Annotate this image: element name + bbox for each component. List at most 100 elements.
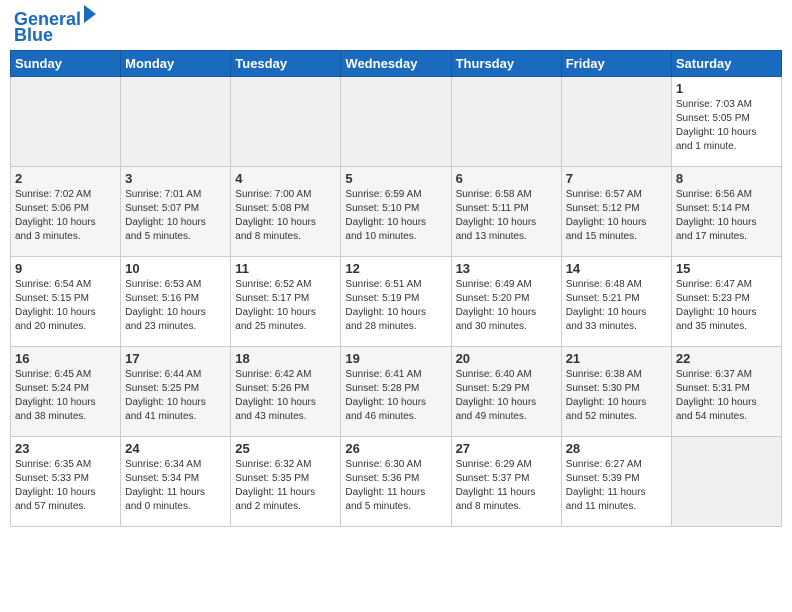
calendar-cell: 13 Sunrise: 6:49 AM Sunset: 5:20 PM Dayli…: [451, 257, 561, 347]
day-number: 26: [345, 441, 446, 456]
day-number: 18: [235, 351, 336, 366]
weekday-header-thursday: Thursday: [451, 51, 561, 77]
page-header: General Blue: [10, 10, 782, 44]
day-number: 19: [345, 351, 446, 366]
day-info: Sunrise: 6:51 AM Sunset: 5:19 PM Dayligh…: [345, 278, 446, 334]
calendar-cell: 10 Sunrise: 6:53 AM Sunset: 5:16 PM Dayli…: [121, 257, 231, 347]
calendar-cell: 17 Sunrise: 6:44 AM Sunset: 5:25 PM Dayli…: [121, 347, 231, 437]
logo-arrow-icon: [84, 5, 96, 23]
weekday-header-friday: Friday: [561, 51, 671, 77]
day-info: Sunrise: 6:41 AM Sunset: 5:28 PM Dayligh…: [345, 368, 446, 424]
day-number: 25: [235, 441, 336, 456]
day-number: 8: [676, 171, 777, 186]
day-info: Sunrise: 6:56 AM Sunset: 5:14 PM Dayligh…: [676, 188, 777, 244]
day-number: 28: [566, 441, 667, 456]
calendar-cell: [671, 437, 781, 527]
calendar-week-5: 23 Sunrise: 6:35 AM Sunset: 5:33 PM Dayli…: [11, 437, 782, 527]
calendar-cell: [451, 77, 561, 167]
calendar-cell: 19 Sunrise: 6:41 AM Sunset: 5:28 PM Dayli…: [341, 347, 451, 437]
weekday-header-sunday: Sunday: [11, 51, 121, 77]
calendar-cell: [561, 77, 671, 167]
day-info: Sunrise: 6:49 AM Sunset: 5:20 PM Dayligh…: [456, 278, 557, 334]
day-info: Sunrise: 7:00 AM Sunset: 5:08 PM Dayligh…: [235, 188, 336, 244]
calendar-header-row: SundayMondayTuesdayWednesdayThursdayFrid…: [11, 51, 782, 77]
logo: General Blue: [14, 10, 96, 44]
calendar-cell: 18 Sunrise: 6:42 AM Sunset: 5:26 PM Dayli…: [231, 347, 341, 437]
calendar-week-2: 2 Sunrise: 7:02 AM Sunset: 5:06 PM Daylig…: [11, 167, 782, 257]
calendar-cell: 15Sunrise: 6:47 AM Sunset: 5:23 PM Dayli…: [671, 257, 781, 347]
logo-text-blue: Blue: [14, 26, 53, 44]
calendar-cell: 9 Sunrise: 6:54 AM Sunset: 5:15 PM Daylig…: [11, 257, 121, 347]
day-number: 2: [15, 171, 116, 186]
weekday-header-saturday: Saturday: [671, 51, 781, 77]
calendar-cell: [121, 77, 231, 167]
day-info: Sunrise: 6:32 AM Sunset: 5:35 PM Dayligh…: [235, 458, 336, 514]
calendar-cell: 14 Sunrise: 6:48 AM Sunset: 5:21 PM Dayli…: [561, 257, 671, 347]
calendar-cell: 2 Sunrise: 7:02 AM Sunset: 5:06 PM Daylig…: [11, 167, 121, 257]
calendar-week-4: 16Sunrise: 6:45 AM Sunset: 5:24 PM Dayli…: [11, 347, 782, 437]
calendar-cell: 3Sunrise: 7:01 AM Sunset: 5:07 PM Daylig…: [121, 167, 231, 257]
day-number: 6: [456, 171, 557, 186]
weekday-header-tuesday: Tuesday: [231, 51, 341, 77]
day-info: Sunrise: 6:38 AM Sunset: 5:30 PM Dayligh…: [566, 368, 667, 424]
calendar-cell: 22 Sunrise: 6:37 AM Sunset: 5:31 PM Dayli…: [671, 347, 781, 437]
calendar-cell: [11, 77, 121, 167]
day-number: 13: [456, 261, 557, 276]
day-info: Sunrise: 6:44 AM Sunset: 5:25 PM Dayligh…: [125, 368, 226, 424]
calendar-cell: 6 Sunrise: 6:58 AM Sunset: 5:11 PM Daylig…: [451, 167, 561, 257]
day-number: 12: [345, 261, 446, 276]
calendar-cell: 20 Sunrise: 6:40 AM Sunset: 5:29 PM Dayli…: [451, 347, 561, 437]
day-info: Sunrise: 6:48 AM Sunset: 5:21 PM Dayligh…: [566, 278, 667, 334]
calendar-cell: 16Sunrise: 6:45 AM Sunset: 5:24 PM Dayli…: [11, 347, 121, 437]
calendar-cell: 1Sunrise: 7:03 AM Sunset: 5:05 PM Daylig…: [671, 77, 781, 167]
calendar-cell: 24 Sunrise: 6:34 AM Sunset: 5:34 PM Dayli…: [121, 437, 231, 527]
day-number: 15: [676, 261, 777, 276]
day-info: Sunrise: 6:27 AM Sunset: 5:39 PM Dayligh…: [566, 458, 667, 514]
calendar-cell: 21 Sunrise: 6:38 AM Sunset: 5:30 PM Dayli…: [561, 347, 671, 437]
day-number: 27: [456, 441, 557, 456]
day-number: 7: [566, 171, 667, 186]
day-info: Sunrise: 6:40 AM Sunset: 5:29 PM Dayligh…: [456, 368, 557, 424]
weekday-header-monday: Monday: [121, 51, 231, 77]
calendar-cell: [341, 77, 451, 167]
day-info: Sunrise: 6:42 AM Sunset: 5:26 PM Dayligh…: [235, 368, 336, 424]
calendar-cell: 28 Sunrise: 6:27 AM Sunset: 5:39 PM Dayli…: [561, 437, 671, 527]
day-number: 24: [125, 441, 226, 456]
calendar-week-1: 1Sunrise: 7:03 AM Sunset: 5:05 PM Daylig…: [11, 77, 782, 167]
day-number: 21: [566, 351, 667, 366]
calendar-cell: 25 Sunrise: 6:32 AM Sunset: 5:35 PM Dayli…: [231, 437, 341, 527]
day-number: 10: [125, 261, 226, 276]
calendar-cell: 5 Sunrise: 6:59 AM Sunset: 5:10 PM Daylig…: [341, 167, 451, 257]
day-info: Sunrise: 6:35 AM Sunset: 5:33 PM Dayligh…: [15, 458, 116, 514]
day-number: 11: [235, 261, 336, 276]
calendar-cell: 11 Sunrise: 6:52 AM Sunset: 5:17 PM Dayli…: [231, 257, 341, 347]
day-info: Sunrise: 6:37 AM Sunset: 5:31 PM Dayligh…: [676, 368, 777, 424]
day-info: Sunrise: 6:59 AM Sunset: 5:10 PM Dayligh…: [345, 188, 446, 244]
day-info: Sunrise: 6:52 AM Sunset: 5:17 PM Dayligh…: [235, 278, 336, 334]
day-info: Sunrise: 6:58 AM Sunset: 5:11 PM Dayligh…: [456, 188, 557, 244]
calendar-cell: 4Sunrise: 7:00 AM Sunset: 5:08 PM Daylig…: [231, 167, 341, 257]
day-info: Sunrise: 6:34 AM Sunset: 5:34 PM Dayligh…: [125, 458, 226, 514]
day-number: 20: [456, 351, 557, 366]
calendar-cell: 27Sunrise: 6:29 AM Sunset: 5:37 PM Dayli…: [451, 437, 561, 527]
day-info: Sunrise: 7:02 AM Sunset: 5:06 PM Dayligh…: [15, 188, 116, 244]
day-number: 17: [125, 351, 226, 366]
calendar-table: SundayMondayTuesdayWednesdayThursdayFrid…: [10, 50, 782, 527]
day-info: Sunrise: 6:54 AM Sunset: 5:15 PM Dayligh…: [15, 278, 116, 334]
calendar-cell: 23 Sunrise: 6:35 AM Sunset: 5:33 PM Dayli…: [11, 437, 121, 527]
day-number: 1: [676, 81, 777, 96]
day-number: 14: [566, 261, 667, 276]
day-number: 16: [15, 351, 116, 366]
day-info: Sunrise: 6:53 AM Sunset: 5:16 PM Dayligh…: [125, 278, 226, 334]
day-number: 5: [345, 171, 446, 186]
calendar-cell: 26Sunrise: 6:30 AM Sunset: 5:36 PM Dayli…: [341, 437, 451, 527]
calendar-cell: 7 Sunrise: 6:57 AM Sunset: 5:12 PM Daylig…: [561, 167, 671, 257]
calendar-cell: 8 Sunrise: 6:56 AM Sunset: 5:14 PM Daylig…: [671, 167, 781, 257]
day-info: Sunrise: 6:57 AM Sunset: 5:12 PM Dayligh…: [566, 188, 667, 244]
day-number: 23: [15, 441, 116, 456]
day-number: 3: [125, 171, 226, 186]
day-number: 22: [676, 351, 777, 366]
day-number: 9: [15, 261, 116, 276]
calendar-cell: [231, 77, 341, 167]
weekday-header-wednesday: Wednesday: [341, 51, 451, 77]
